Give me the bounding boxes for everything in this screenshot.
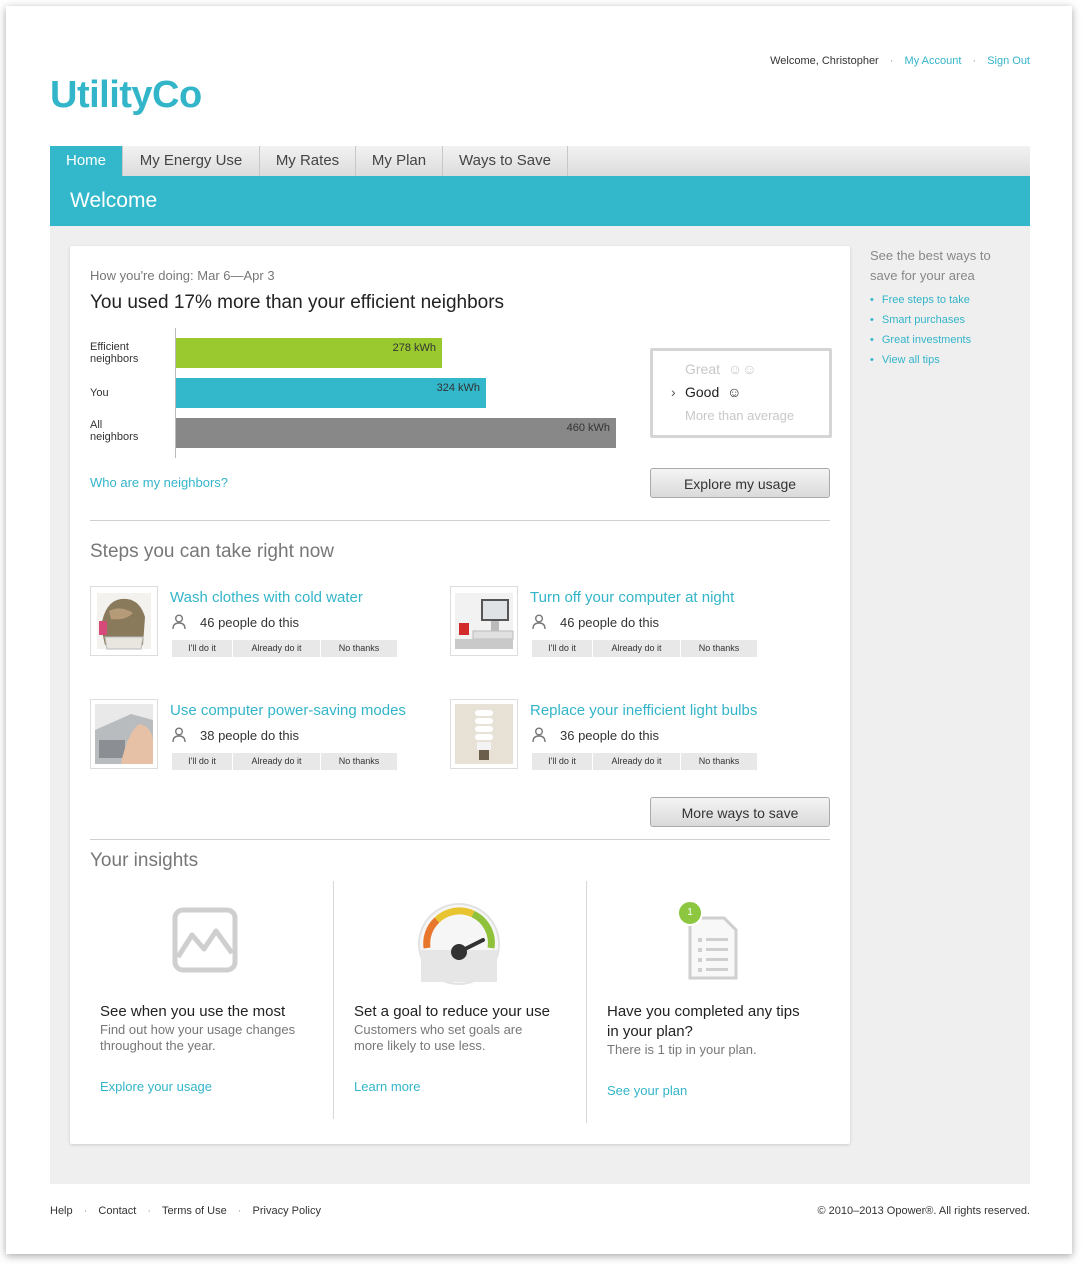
- plan-document-icon: [688, 916, 738, 985]
- step-people-count: 46 people do this: [560, 615, 660, 630]
- contact-link[interactable]: Contact: [98, 1205, 136, 1217]
- already-do-it-button[interactable]: Already do it: [233, 753, 321, 770]
- already-do-it-button[interactable]: Already do it: [593, 640, 681, 657]
- ill-do-it-button[interactable]: I'll do it: [532, 753, 593, 770]
- comparison-headline: You used 17% more than your efficient ne…: [90, 292, 505, 313]
- insights-title: Your insights: [90, 850, 199, 871]
- page-title: Welcome: [70, 189, 158, 212]
- step-people-count: 46 people do this: [200, 615, 300, 630]
- step-people-count: 36 people do this: [560, 728, 660, 743]
- ill-do-it-button[interactable]: I'll do it: [532, 640, 593, 657]
- gauge-icon: [417, 902, 501, 991]
- row-label-you: You: [90, 387, 109, 399]
- no-thanks-button[interactable]: No thanks: [681, 753, 758, 770]
- already-do-it-button[interactable]: Already do it: [233, 640, 321, 657]
- sidebar-item-free-steps[interactable]: • Free steps to take: [870, 290, 971, 310]
- laptop-image: [90, 699, 158, 769]
- usage-chart-icon: [172, 907, 238, 978]
- explore-your-usage-link[interactable]: Explore your usage: [100, 1079, 212, 1094]
- no-thanks-button[interactable]: No thanks: [321, 640, 398, 657]
- efficiency-rating: Great ☺☺ › Good ☺ More than average: [650, 348, 832, 438]
- already-do-it-button[interactable]: Already do it: [593, 753, 681, 770]
- utilityco-logo[interactable]: UtilityCo: [50, 74, 202, 117]
- steps-title: Steps you can take right now: [90, 541, 334, 562]
- row-label-all: All neighbors: [90, 419, 139, 443]
- sidebar-item-smart-purchases[interactable]: • Smart purchases: [870, 310, 971, 330]
- sidebar-item-great-investments[interactable]: • Great investments: [870, 330, 971, 350]
- no-thanks-button[interactable]: No thanks: [321, 753, 398, 770]
- insight-title: Have you completed any tips in your plan?: [607, 1003, 800, 1040]
- computer-image: [450, 586, 518, 656]
- person-icon: [532, 727, 546, 748]
- laundry-image: [90, 586, 158, 656]
- insight-title: See when you use the most: [100, 1003, 286, 1020]
- page-banner: Welcome: [50, 176, 1030, 226]
- footer-links: Help · Contact · Terms of Use · Privacy …: [50, 1205, 321, 1217]
- sidebar-links: • Free steps to take • Smart purchases • Gr…: [870, 290, 971, 370]
- rating-good: › Good ☺: [671, 384, 742, 400]
- person-icon: [532, 614, 546, 635]
- person-icon: [172, 614, 186, 635]
- see-your-plan-link[interactable]: See your plan: [607, 1083, 687, 1098]
- welcome-text: Welcome, Christopher: [770, 55, 879, 67]
- explore-usage-button[interactable]: Explore my usage: [650, 468, 830, 498]
- more-ways-to-save-button[interactable]: More ways to save: [650, 797, 830, 827]
- divider: [90, 839, 830, 840]
- rating-great: Great ☺☺: [685, 361, 757, 377]
- tab-my-energy-use[interactable]: My Energy Use: [123, 146, 260, 176]
- sidebar-intro: See the best ways to save for your area: [870, 248, 991, 283]
- tab-home[interactable]: Home: [50, 146, 123, 176]
- ill-do-it-button[interactable]: I'll do it: [172, 640, 233, 657]
- insight-description: Find out how your usage changes throughou…: [100, 1022, 296, 1053]
- bar-value-label: 460 kWh: [566, 422, 610, 434]
- step-title-light-bulbs[interactable]: Replace your inefficient light bulbs: [530, 702, 757, 719]
- plan-count-badge: 1: [677, 900, 703, 926]
- bar-all-neighbors: 460 kWh: [176, 418, 616, 448]
- rating-more-than-average: More than average: [685, 408, 795, 423]
- copyright: © 2010–2013 Opower®. All rights reserved…: [817, 1205, 1031, 1217]
- no-thanks-button[interactable]: No thanks: [681, 640, 758, 657]
- comparison-period: How you're doing: Mar 6—Apr 3: [90, 268, 275, 283]
- main-tabs: Home My Energy Use My Rates My Plan Ways…: [50, 146, 1030, 176]
- bar-value-label: 278 kWh: [392, 342, 436, 354]
- step-title-turn-off-computer[interactable]: Turn off your computer at night: [530, 589, 734, 606]
- tab-my-rates[interactable]: My Rates: [260, 146, 356, 176]
- bar-value-label: 324 kWh: [436, 382, 480, 394]
- step-title-wash-cold[interactable]: Wash clothes with cold water: [170, 589, 363, 606]
- sign-out-link[interactable]: Sign Out: [987, 55, 1030, 67]
- sidebar-item-view-all-tips[interactable]: • View all tips: [870, 350, 971, 370]
- tab-my-plan[interactable]: My Plan: [356, 146, 443, 176]
- smiley-icon: ☺: [727, 384, 742, 400]
- tab-ways-to-save[interactable]: Ways to Save: [443, 146, 568, 176]
- divider: [333, 881, 334, 1119]
- step-title-power-saving[interactable]: Use computer power-saving modes: [170, 702, 406, 719]
- user-nav: Welcome, Christopher · My Account · Sign…: [770, 55, 1030, 67]
- insight-title: Set a goal to reduce your use: [354, 1003, 550, 1020]
- person-icon: [172, 727, 186, 748]
- ill-do-it-button[interactable]: I'll do it: [172, 753, 233, 770]
- privacy-policy-link[interactable]: Privacy Policy: [253, 1205, 321, 1217]
- neighbors-link[interactable]: Who are my neighbors?: [90, 475, 228, 490]
- learn-more-link[interactable]: Learn more: [354, 1079, 420, 1094]
- light-bulb-image: [450, 699, 518, 769]
- divider: [586, 881, 587, 1123]
- insight-description: Customers who set goals are more likely t…: [354, 1022, 523, 1053]
- terms-of-use-link[interactable]: Terms of Use: [162, 1205, 227, 1217]
- divider: [90, 520, 830, 521]
- step-people-count: 38 people do this: [200, 728, 300, 743]
- bar-efficient-neighbors: 278 kWh: [176, 338, 442, 368]
- insight-description: There is 1 tip in your plan.: [607, 1042, 757, 1057]
- help-link[interactable]: Help: [50, 1205, 73, 1217]
- chevron-right-icon: ›: [671, 384, 676, 400]
- bar-you: 324 kWh: [176, 378, 486, 408]
- my-account-link[interactable]: My Account: [905, 55, 962, 67]
- smiley-icon: ☺☺: [727, 361, 757, 377]
- row-label-efficient: Efficient neighbors: [90, 341, 139, 365]
